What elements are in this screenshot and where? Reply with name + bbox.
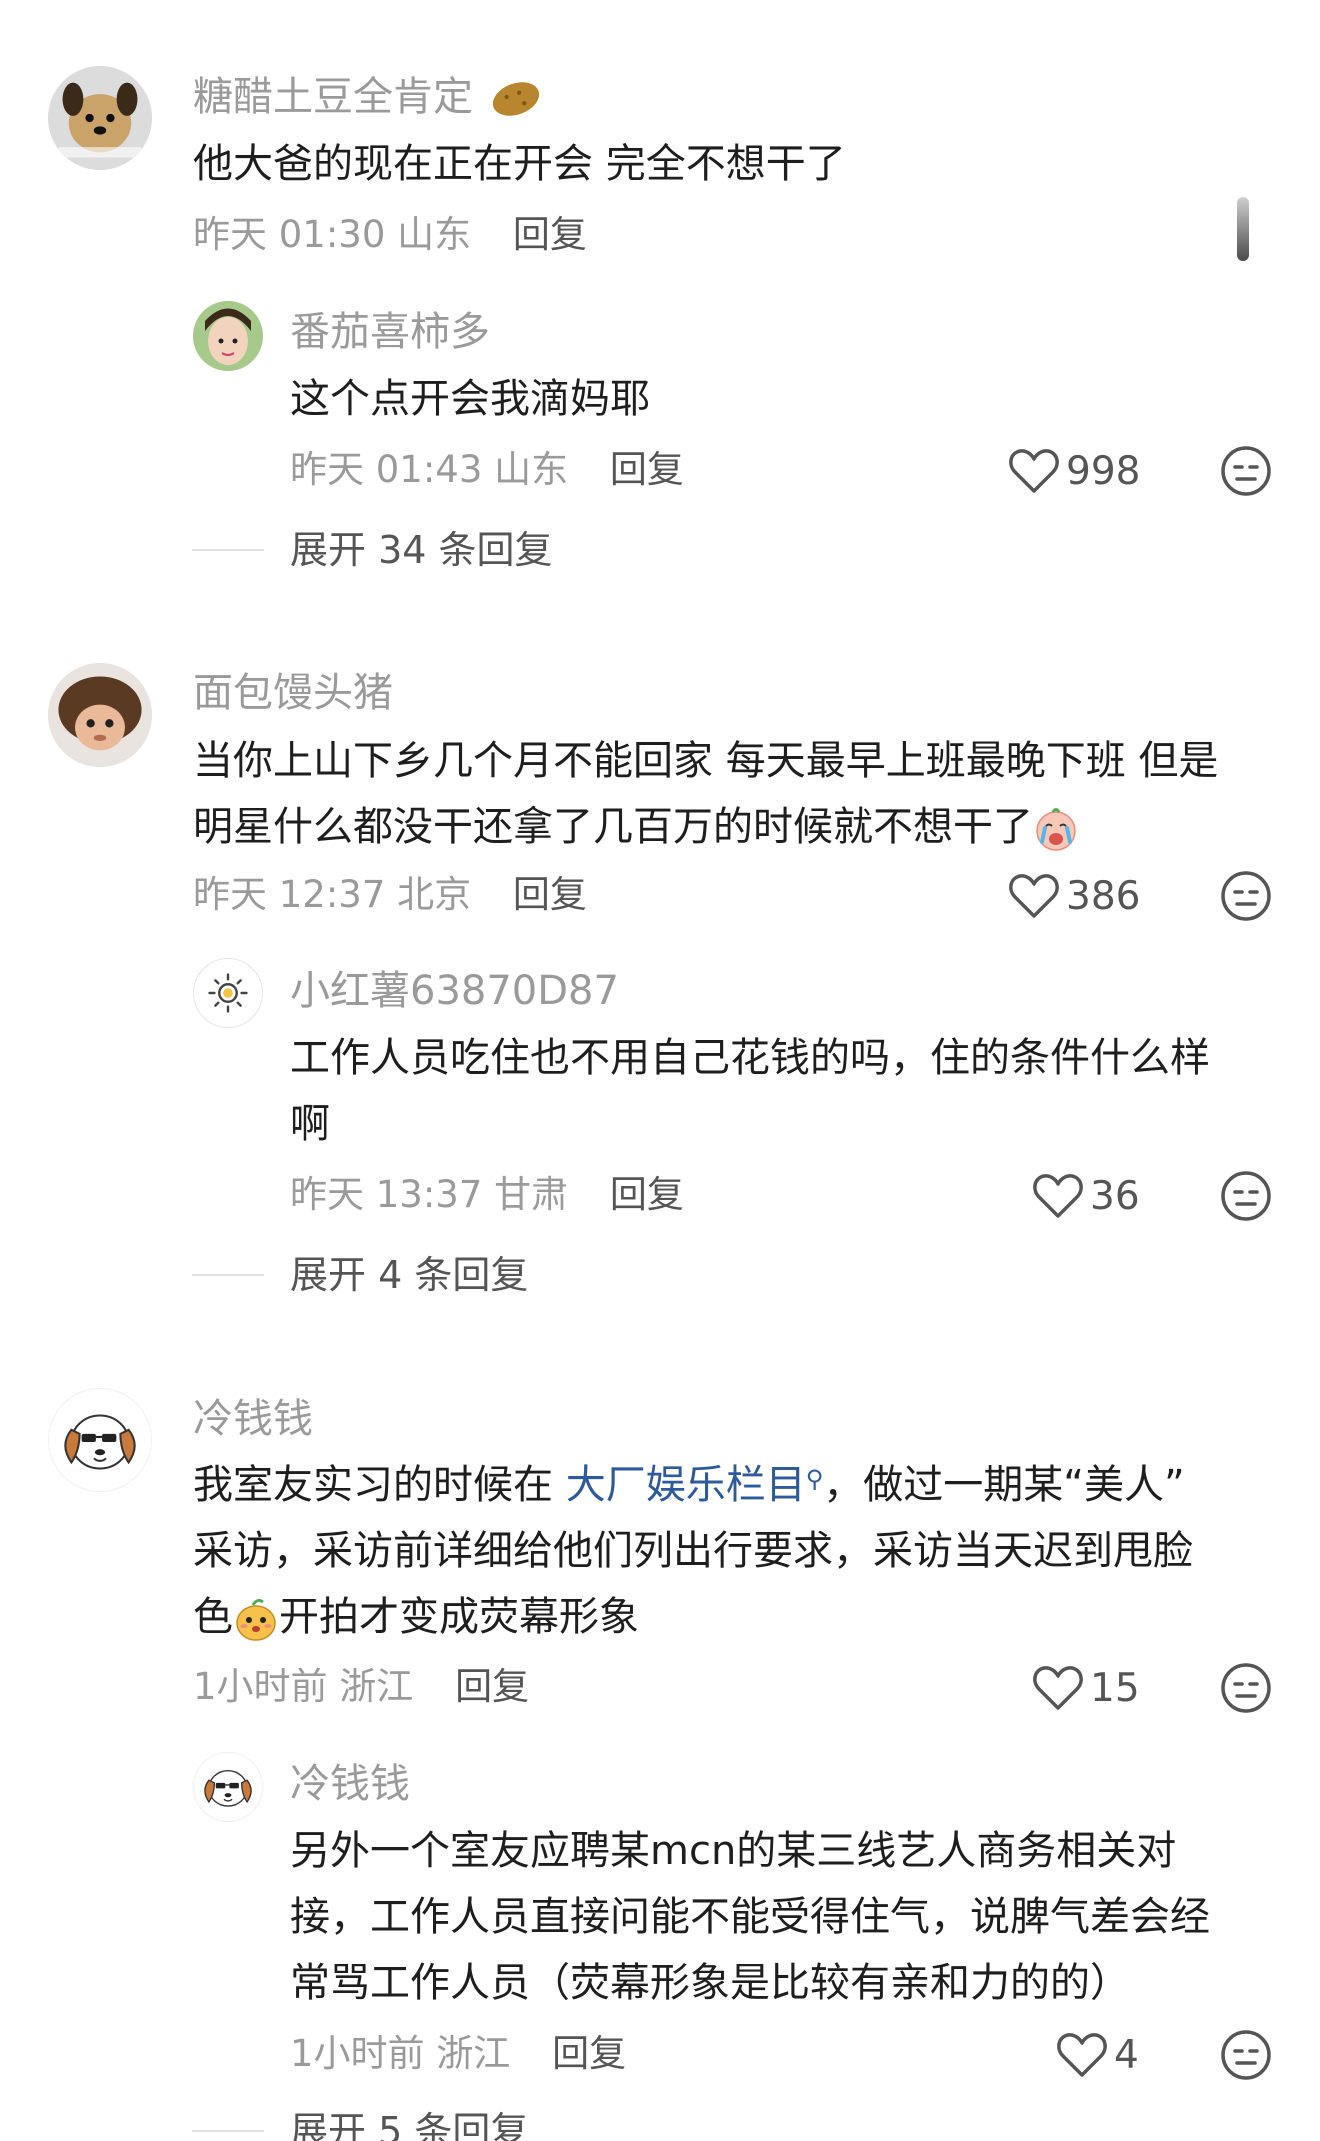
dislike-button[interactable] (1220, 1662, 1272, 1714)
dog-sunglasses-avatar-icon[interactable] (193, 1752, 263, 1822)
like-count: 36 (1090, 1173, 1140, 1219)
like-button[interactable]: 36 (1032, 1171, 1140, 1221)
reply-button[interactable]: 回复 (455, 1665, 529, 1708)
username[interactable]: 冷钱钱 (193, 1399, 313, 1439)
like-button[interactable]: 4 (1056, 2030, 1139, 2080)
dislike-button[interactable] (1220, 1170, 1272, 1222)
mango-face-icon (233, 1596, 279, 1642)
like-count: 386 (1066, 873, 1141, 919)
comment-text-line-2: 采访，采访前详细给他们列出行要求，采访当天迟到甩脸 (193, 1528, 1193, 1574)
comment-text: 明星什么都没干还拿了几百万的时候就不想干了 (193, 804, 1033, 850)
heart-icon (1033, 1174, 1083, 1218)
comment-text: 色 (193, 1594, 233, 1640)
reply-meta: 昨天 13:37 甘肃 回复 (290, 1176, 684, 1213)
dislike-button[interactable] (1220, 445, 1272, 497)
comment-text-line-1: 我室友实习的时候在 大厂娱乐栏目⚲，做过一期某“美人” (193, 1452, 1185, 1518)
comment-text-line-3: 色 开拍才变成荧幕形象 (193, 1584, 639, 1650)
reply-button[interactable]: 回复 (610, 1173, 684, 1216)
dog-avatar-icon[interactable] (48, 66, 152, 170)
reply-meta: 1小时前 浙江 回复 (290, 2035, 626, 2072)
potato-icon (490, 77, 542, 121)
meh-face-icon (1221, 871, 1271, 921)
monkey-avatar-icon[interactable] (48, 663, 152, 767)
reply-username[interactable]: 番茄喜柿多 (290, 312, 490, 352)
timestamp: 1小时前 (290, 2032, 425, 2075)
reply-username[interactable]: 小红薯63870D87 (290, 971, 619, 1011)
reply-text-line-2: 啊 (290, 1101, 330, 1147)
comment-text-line-2: 明星什么都没干还拿了几百万的时候就不想干了 (193, 794, 1079, 860)
location: 浙江 (436, 2032, 511, 2075)
reply-button[interactable]: 回复 (513, 873, 587, 916)
meh-face-icon (1221, 1171, 1271, 1221)
location: 甘肃 (494, 1173, 569, 1216)
comment-text: 我室友实习的时候在 (193, 1462, 566, 1508)
expand-replies[interactable]: 展开 5 条回复 (192, 2112, 528, 2141)
like-button[interactable]: 15 (1032, 1663, 1140, 1713)
dog-sunglasses-avatar-icon[interactable] (48, 1388, 152, 1492)
location: 浙江 (339, 1665, 414, 1708)
comment-meta: 昨天 12:37 北京 回复 (193, 876, 587, 913)
comment-text: 开拍才变成荧幕形象 (279, 1594, 639, 1640)
reply-meta: 昨天 01:43 山东 回复 (290, 451, 684, 488)
like-count: 4 (1114, 2032, 1139, 2078)
timestamp: 昨天 12:37 (193, 873, 386, 916)
girl-avatar-icon[interactable] (193, 301, 263, 371)
username-text: 糖醋土豆全肯定 (193, 74, 473, 120)
divider (192, 549, 264, 551)
username[interactable]: 面包馒头猪 (193, 673, 393, 713)
comment-text-line-1: 当你上山下乡几个月不能回家 每天最早上班最晚下班 但是 (193, 738, 1219, 784)
reply-text-line-1: 工作人员吃住也不用自己花钱的吗，住的条件什么样 (290, 1035, 1210, 1081)
expand-replies-label: 展开 34 条回复 (290, 528, 553, 572)
comment-meta: 昨天 01:30 山东 回复 (193, 216, 587, 253)
reply-text-line-3: 常骂工作人员（荧幕形象是比较有亲和力的的） (290, 1960, 1130, 2006)
reply-button[interactable]: 回复 (552, 2032, 626, 2075)
username[interactable]: 糖醋土豆全肯定 (193, 77, 542, 121)
comment-text: 他大爸的现在正在开会 完全不想干了 (193, 141, 846, 187)
timestamp: 昨天 01:43 (290, 448, 483, 491)
expand-replies[interactable]: 展开 4 条回复 (192, 1256, 528, 1294)
reply-button[interactable]: 回复 (610, 448, 684, 491)
sun-avatar-icon[interactable] (193, 958, 263, 1028)
like-button[interactable]: 386 (1008, 871, 1140, 921)
reply-button[interactable]: 回复 (513, 213, 587, 256)
comment-meta: 1小时前 浙江 回复 (193, 1668, 529, 1705)
location: 山东 (397, 213, 472, 256)
dislike-button[interactable] (1220, 870, 1272, 922)
search-icon[interactable]: ⚲ (806, 1446, 824, 1512)
timestamp: 昨天 13:37 (290, 1173, 483, 1216)
like-count: 15 (1090, 1665, 1140, 1711)
search-link[interactable]: 大厂娱乐栏目 (566, 1462, 806, 1508)
scrollbar[interactable] (1237, 197, 1249, 261)
dislike-button[interactable] (1220, 2029, 1272, 2081)
reply-text-line-2: 接，工作人员直接问能不能受得住气，说脾气差会经 (290, 1894, 1210, 1940)
timestamp: 昨天 01:30 (193, 213, 386, 256)
expand-replies-label: 展开 4 条回复 (290, 1253, 529, 1297)
location: 山东 (494, 448, 569, 491)
meh-face-icon (1221, 2030, 1271, 2080)
reply-text-line-1: 另外一个室友应聘某mcn的某三线艺人商务相关对 (290, 1828, 1177, 1874)
timestamp: 1小时前 (193, 1665, 328, 1708)
divider (192, 2130, 264, 2132)
divider (192, 1274, 264, 1276)
comment-text: ，做过一期某“美人” (823, 1462, 1185, 1508)
heart-icon (1057, 2033, 1107, 2077)
heart-icon (1009, 449, 1059, 493)
location: 北京 (397, 873, 472, 916)
expand-replies-label: 展开 5 条回复 (290, 2109, 529, 2141)
like-count: 998 (1066, 448, 1141, 494)
like-button[interactable]: 998 (1008, 446, 1140, 496)
meh-face-icon (1221, 446, 1271, 496)
reply-username[interactable]: 冷钱钱 (290, 1764, 410, 1804)
heart-icon (1033, 1666, 1083, 1710)
reply-text: 这个点开会我滴妈耶 (290, 376, 650, 422)
crying-face-icon (1033, 806, 1079, 852)
meh-face-icon (1221, 1663, 1271, 1713)
expand-replies[interactable]: 展开 34 条回复 (192, 531, 553, 569)
heart-icon (1009, 874, 1059, 918)
